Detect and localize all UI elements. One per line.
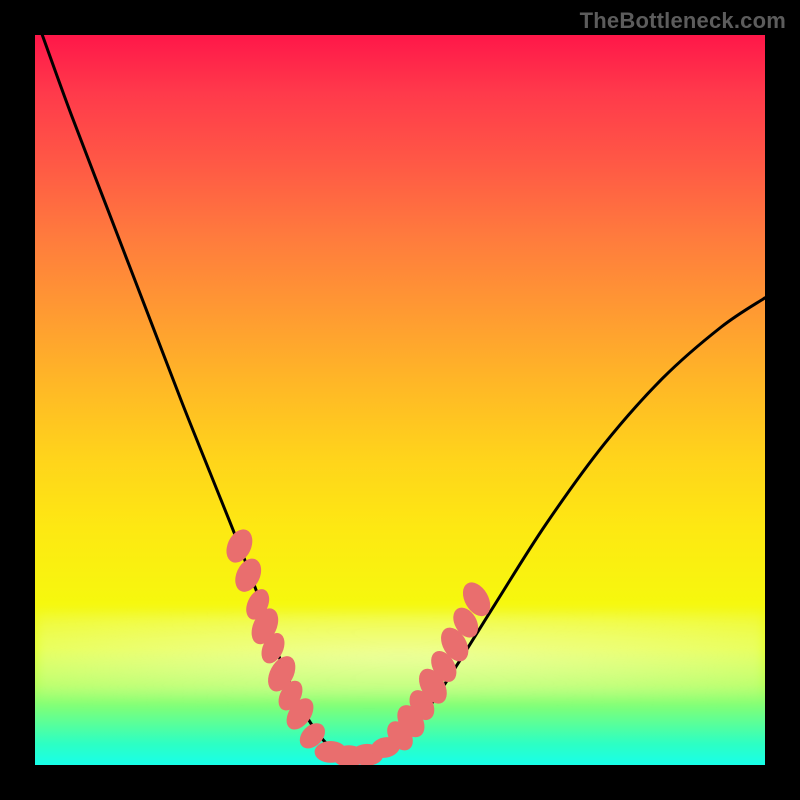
chart-frame: TheBottleneck.com — [0, 0, 800, 800]
plot-area — [35, 35, 765, 765]
curve-beads — [221, 525, 495, 765]
bottleneck-curve-path — [42, 35, 765, 759]
watermark-text: TheBottleneck.com — [580, 8, 786, 34]
bottleneck-curve-svg — [35, 35, 765, 765]
